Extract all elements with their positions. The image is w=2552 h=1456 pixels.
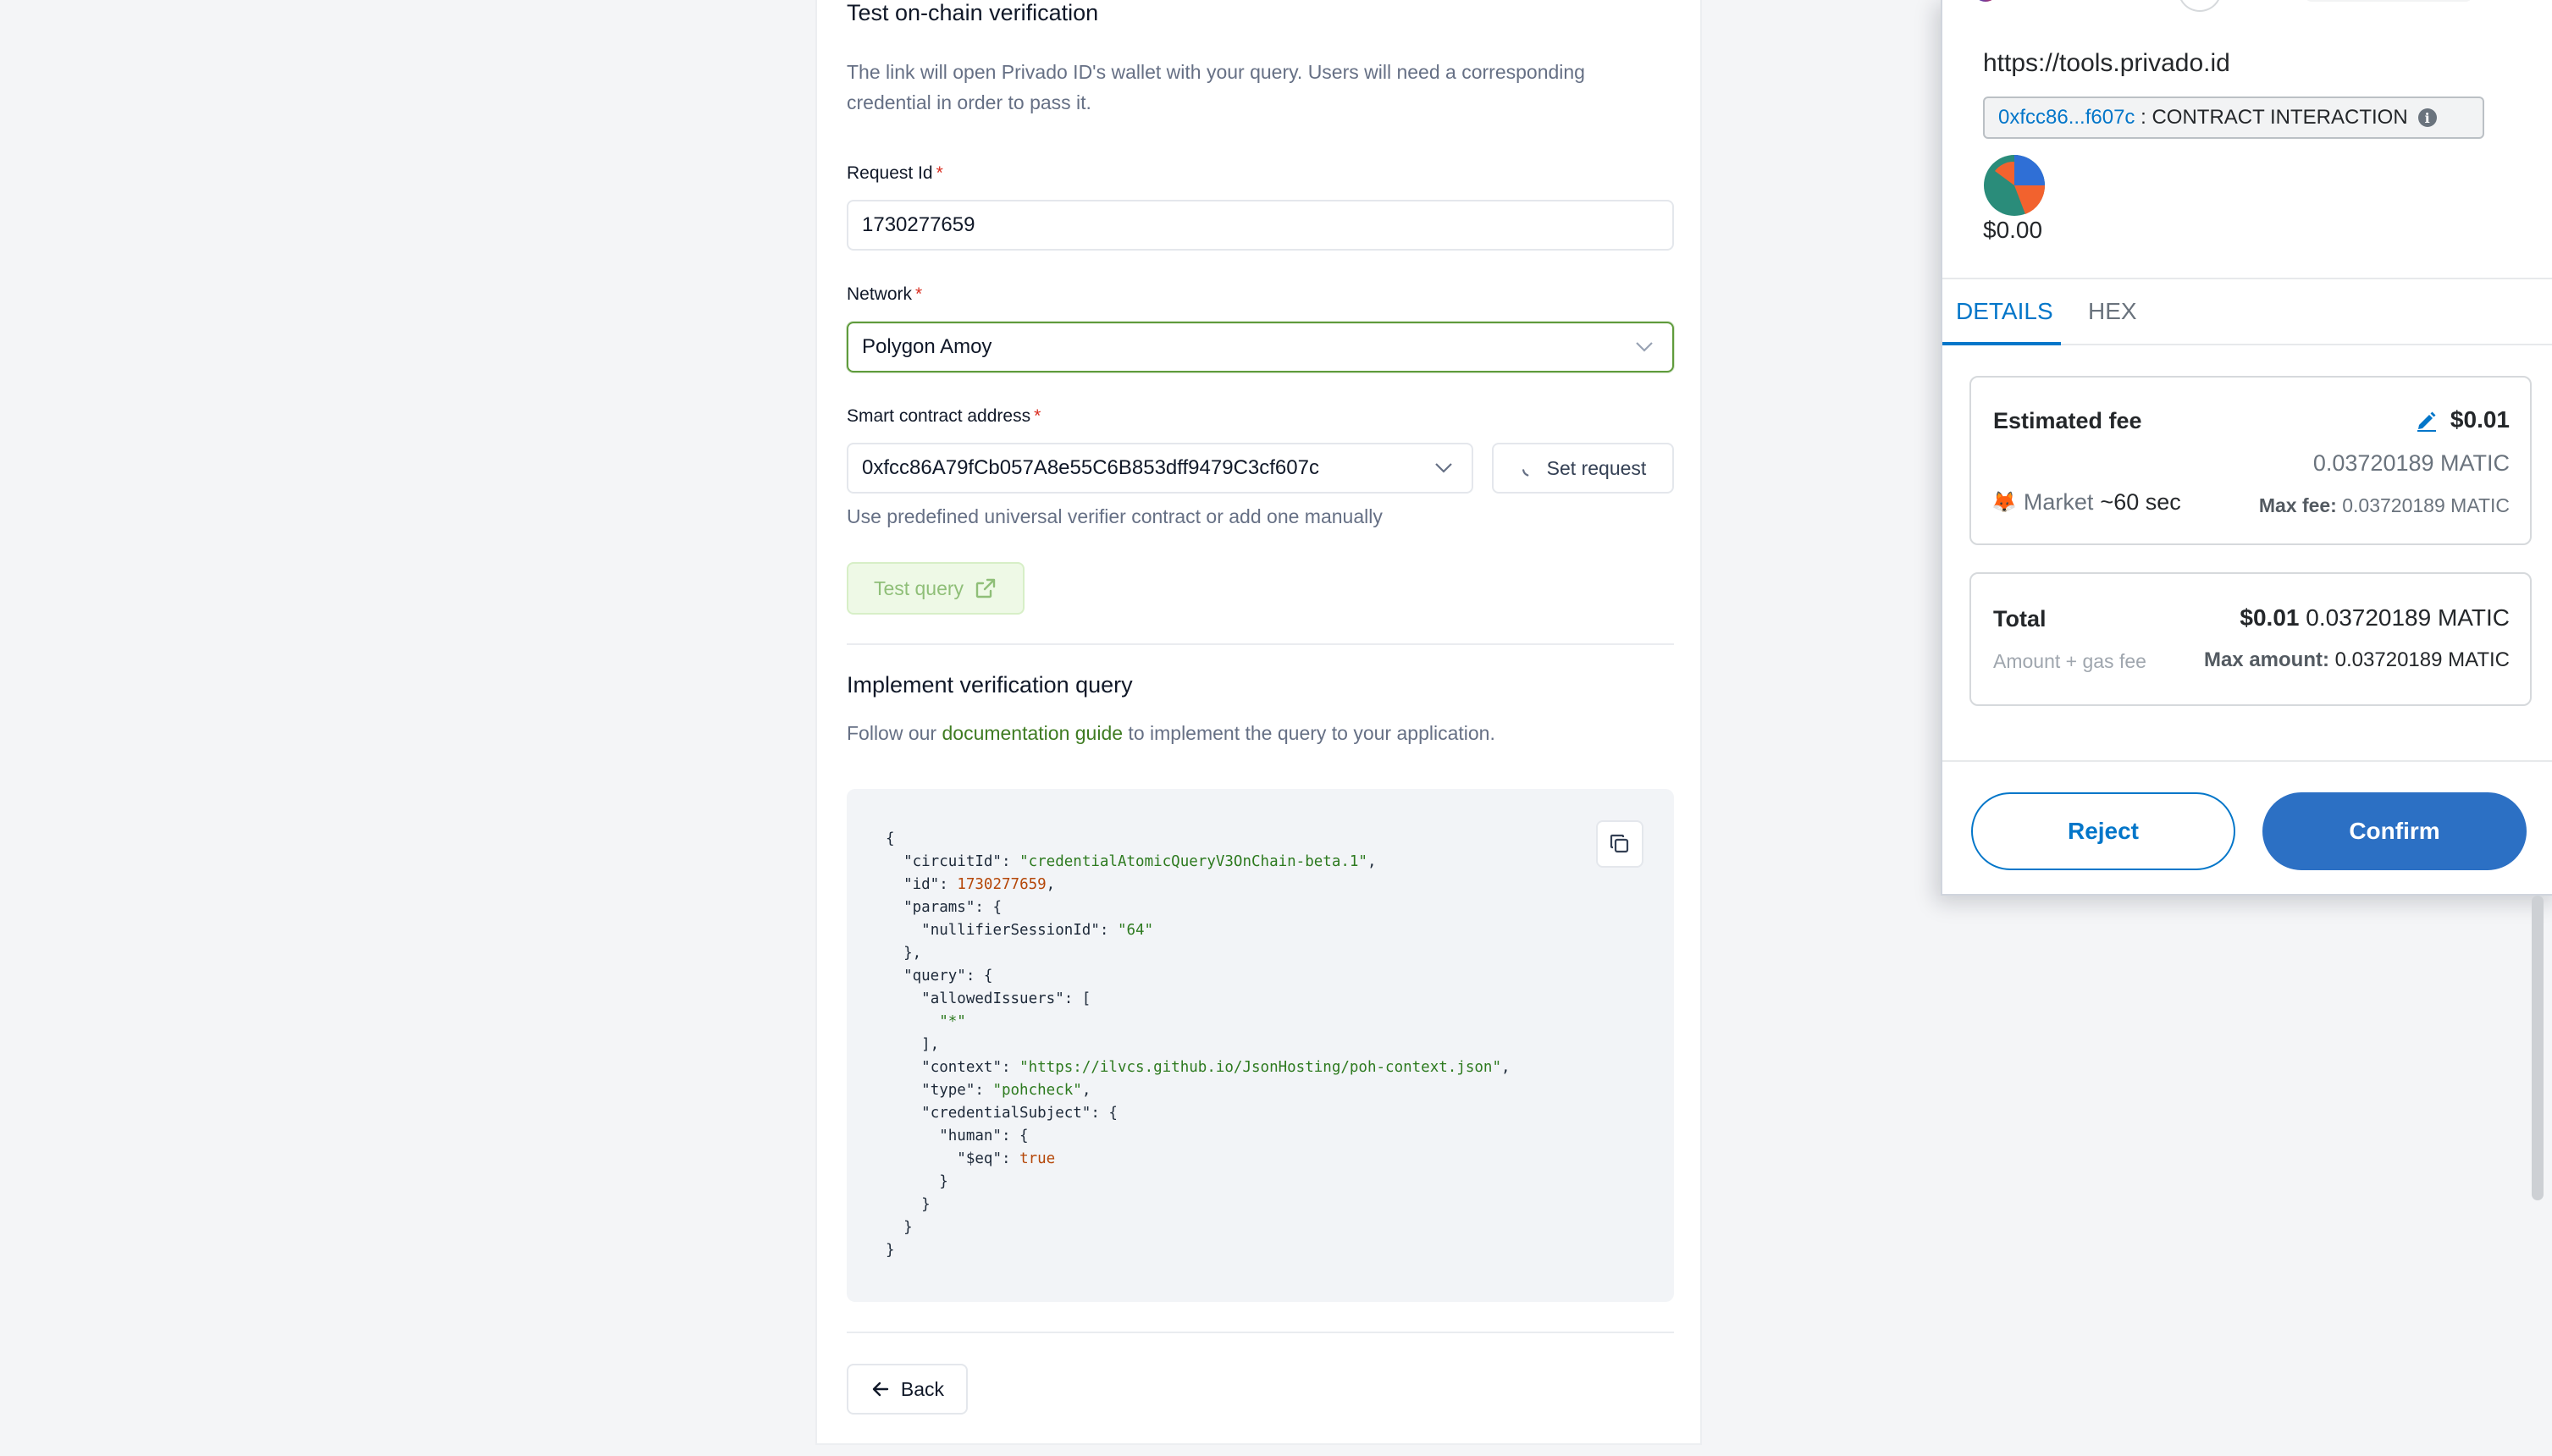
test-section-description: The link will open Privado ID's wallet w… [847, 61, 1585, 113]
fox-icon: 🦊 [1991, 491, 2017, 514]
estimated-fee-label: Estimated fee [1993, 408, 2142, 433]
page-scrollbar[interactable] [2532, 896, 2544, 1200]
edit-pencil-icon[interactable] [2415, 408, 2439, 432]
arrow-left-icon [872, 1382, 889, 1397]
total-card: Total $0.01 0.03720189 MATIC Amount + ga… [1969, 572, 2532, 706]
network-label: Network * [847, 284, 923, 304]
active-tab-indicator [1942, 342, 2061, 345]
documentation-guide-link[interactable]: documentation guide [942, 722, 1123, 744]
request-id-label: Request Id * [847, 163, 943, 183]
network-select[interactable]: Polygon Amoy [847, 322, 1674, 372]
query-json: { "circuitId": "credentialAtomicQueryV3O… [886, 830, 1511, 1259]
reject-button[interactable]: Reject [1971, 792, 2235, 870]
set-request-button[interactable]: Set request [1492, 443, 1674, 494]
footer-divider [847, 1332, 1674, 1333]
account-identicon [1984, 155, 2046, 216]
gas-speed[interactable]: 🦊 Market ~60 sec [1991, 489, 2181, 516]
copy-icon [1610, 834, 1629, 853]
account-avatar-icon[interactable] [2178, 0, 2222, 12]
contract-address-select[interactable]: 0xfcc86A79fCb057A8e55C6B853dff9479C3cf60… [847, 443, 1473, 494]
verification-card: Test on-chain verification The link will… [815, 0, 1702, 1445]
implement-section-description: Follow our documentation guide to implem… [847, 722, 1495, 744]
required-mark: * [936, 163, 943, 183]
total-amount: $0.01 0.03720189 MATIC [2240, 604, 2510, 631]
required-mark: * [1034, 406, 1041, 426]
implement-section-title: Implement verification query [847, 672, 1133, 698]
chevron-down-icon [1636, 342, 1653, 352]
back-button[interactable]: Back [847, 1364, 968, 1415]
chevron-down-icon [1435, 463, 1452, 473]
network-avatar-icon[interactable] [1973, 0, 1998, 2]
contract-interaction-badge[interactable]: 0xfcc86...f607c : CONTRACT INTERACTION i [1983, 97, 2484, 139]
estimated-fee-card: Estimated fee $0.01 0.03720189 MATIC 🦊 M… [1969, 376, 2532, 545]
contract-address-label: Smart contract address * [847, 406, 1041, 426]
estimated-fee-usd-row: $0.01 [2415, 406, 2510, 433]
loading-spinner-icon [1522, 469, 1529, 477]
footer-divider [1942, 760, 2552, 762]
query-code-block: { "circuitId": "credentialAtomicQueryV3O… [847, 789, 1674, 1302]
max-fee: Max fee: 0.03720189 MATIC [2258, 494, 2510, 516]
total-label: Total [1993, 606, 2047, 631]
contract-address-link[interactable]: 0xfcc86...f607c [1998, 106, 2135, 130]
test-section-title: Test on-chain verification [847, 0, 1099, 25]
request-origin: https://tools.privado.id [1983, 49, 2230, 77]
max-amount: Max amount: 0.03720189 MATIC [2203, 648, 2510, 671]
account-selector[interactable] [2305, 0, 2472, 2]
section-divider [847, 643, 1674, 645]
info-icon[interactable]: i [2417, 108, 2437, 127]
required-mark: * [915, 284, 923, 304]
contract-hint: Use predefined universal verifier contra… [847, 505, 1383, 527]
estimated-fee-native: 0.03720189 MATIC [2312, 450, 2510, 476]
tab-details[interactable]: DETAILS [1956, 298, 2053, 325]
request-id-input[interactable]: 1730277659 [847, 200, 1674, 251]
confirm-button[interactable]: Confirm [2262, 792, 2527, 870]
external-link-icon [975, 578, 996, 598]
detail-tabs: DETAILS HEX [1942, 278, 2552, 345]
copy-code-button[interactable] [1596, 820, 1643, 868]
tab-hex[interactable]: HEX [2088, 298, 2137, 325]
account-balance: $0.00 [1983, 217, 2043, 243]
total-sub-label: Amount + gas fee [1993, 650, 2146, 672]
wallet-confirmation-popup: https://tools.privado.id 0xfcc86...f607c… [1941, 0, 2552, 896]
test-query-button[interactable]: Test query [847, 562, 1025, 615]
